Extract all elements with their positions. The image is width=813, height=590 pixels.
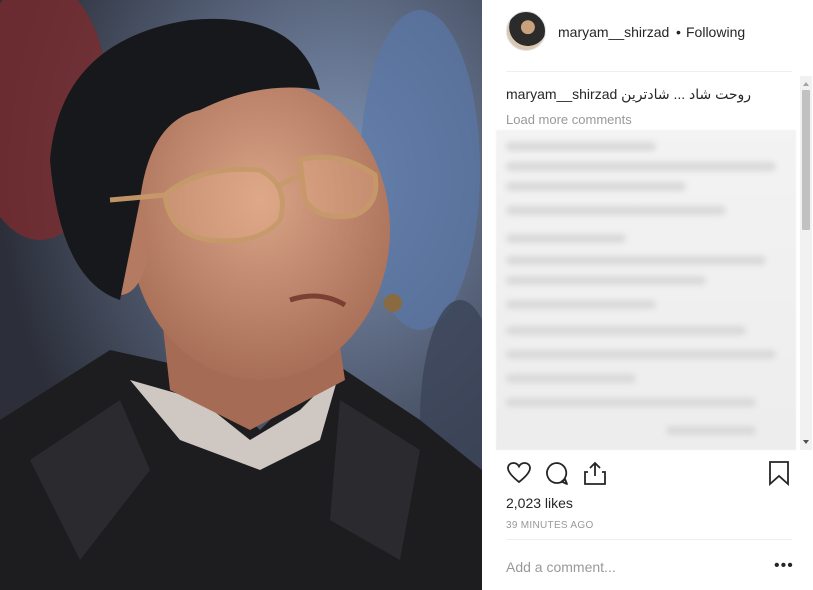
- caption-text: روحت شاد ... شادترین: [621, 86, 752, 102]
- post-image-illustration: [0, 0, 482, 590]
- caption-username[interactable]: maryam__shirzad: [506, 86, 617, 102]
- post-header: maryam__shirzad • Following: [482, 0, 813, 68]
- action-bar: [506, 460, 792, 486]
- post-timestamp[interactable]: 39 MINUTES AGO: [506, 520, 594, 531]
- header-separator: •: [676, 24, 681, 40]
- header-username[interactable]: maryam__shirzad: [558, 24, 669, 40]
- scroll-up-arrow-icon[interactable]: [803, 82, 809, 86]
- scrollbar-thumb[interactable]: [802, 90, 810, 230]
- comment-icon[interactable]: [544, 460, 570, 486]
- likes-count[interactable]: 2,023 likes: [506, 495, 573, 511]
- load-more-comments-button[interactable]: Load more comments: [506, 112, 632, 127]
- add-comment-input[interactable]: Add a comment...: [506, 559, 616, 575]
- caption: maryam__shirzad روحت شاد ... شادترین: [506, 86, 751, 103]
- avatar[interactable]: [506, 11, 546, 51]
- bookmark-icon[interactable]: [766, 460, 792, 486]
- more-options-icon[interactable]: •••: [774, 557, 794, 575]
- comment-divider: [506, 539, 792, 540]
- header-divider: [506, 71, 792, 72]
- following-button[interactable]: Following: [686, 24, 745, 40]
- share-icon[interactable]: [582, 460, 608, 486]
- scroll-down-arrow-icon[interactable]: [803, 440, 809, 444]
- post-details-panel: maryam__shirzad • Following maryam__shir…: [482, 0, 813, 590]
- heart-icon[interactable]: [506, 460, 532, 486]
- comments-scrollbar[interactable]: [800, 76, 812, 450]
- blurred-comments-area: [496, 130, 796, 450]
- post-image: [0, 0, 482, 590]
